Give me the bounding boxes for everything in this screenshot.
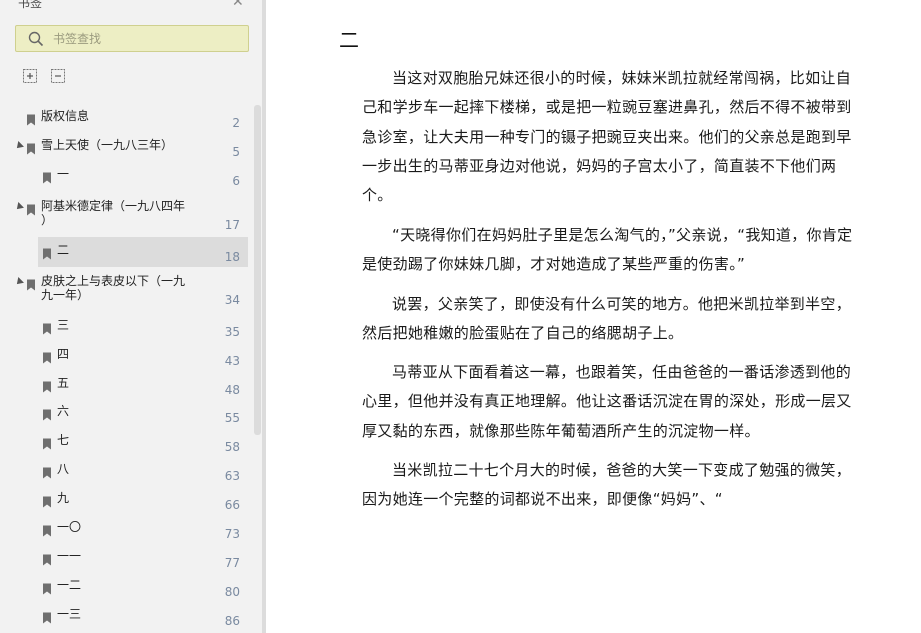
bookmark-icon	[42, 378, 52, 397]
bookmark-icon	[42, 551, 52, 570]
bookmark-icon	[42, 169, 52, 188]
bookmark-label: 六	[57, 404, 70, 418]
bookmark-label: 一三	[57, 607, 82, 621]
bookmark-label: 一	[57, 167, 70, 181]
bookmark-page-number: 80	[224, 585, 240, 599]
bookmark-page-number: 2	[232, 116, 240, 130]
bookmark-icon	[42, 245, 52, 264]
bookmark-page-number: 5	[232, 145, 240, 159]
collapse-all-icon[interactable]	[50, 68, 66, 84]
bookmark-label: 八	[57, 462, 70, 476]
bookmark-label: 九	[57, 491, 70, 505]
close-icon[interactable]: ✕	[232, 0, 244, 10]
bookmark-page-number: 18	[224, 250, 240, 264]
bookmark-icon	[42, 349, 52, 368]
bookmark-icon	[26, 201, 36, 220]
bookmark-label: 阿基米德定律（一九八四年 ）	[41, 199, 186, 227]
bookmark-page-number: 66	[224, 498, 240, 512]
expand-toggle-icon[interactable]	[14, 202, 24, 212]
bookmark-page-number: 43	[224, 354, 240, 368]
bookmark-page-number: 35	[224, 325, 240, 339]
bookmark-page-number: 73	[224, 527, 240, 541]
expand-toggle-icon[interactable]	[14, 141, 24, 151]
bookmark-label: 四	[57, 347, 70, 361]
bookmark-page-number: 6	[232, 174, 240, 188]
expand-toggle-icon[interactable]	[14, 277, 24, 287]
bookmark-label: 一二	[57, 578, 82, 592]
bookmark-page-number: 86	[224, 614, 240, 628]
bookmark-icon	[42, 609, 52, 628]
expand-all-icon[interactable]	[22, 68, 38, 84]
paragraph: 说罢，父亲笑了，即使没有什么可笑的地方。他把米凯拉举到半空，然后把她稚嫩的脸蛋贴…	[362, 295, 852, 343]
bookmark-icon	[26, 140, 36, 159]
bookmark-icon	[26, 111, 36, 130]
bookmark-label: 二	[57, 243, 70, 257]
paragraph: 马蒂亚从下面看着这一幕，也跟着笑，任由爸爸的一番话渗透到他的心里，但他并没有真正…	[362, 363, 852, 440]
paragraph: 当米凯拉二十七个月大的时候，爸爸的大笑一下变成了勉强的微笑，因为她连一个完整的词…	[362, 461, 852, 509]
bookmark-page-number: 58	[224, 440, 240, 454]
bookmark-label: 版权信息	[41, 109, 90, 123]
bookmark-page-number: 77	[224, 556, 240, 570]
bookmark-page-number: 34	[224, 293, 240, 307]
chapter-title: 二	[339, 28, 359, 52]
bookmark-label: 一〇	[57, 520, 82, 534]
bookmark-label: 七	[57, 433, 70, 447]
bookmark-icon	[42, 464, 52, 483]
paragraph: 当这对双胞胎兄妹还很小的时候，妹妹米凯拉就经常闯祸，比如让自己和学步车一起摔下楼…	[362, 69, 852, 205]
bookmark-page-number: 17	[224, 218, 240, 232]
bookmark-icon	[42, 320, 52, 339]
bookmark-icon	[42, 435, 52, 454]
bookmark-search-input[interactable]	[53, 30, 233, 48]
bookmark-label: 一一	[57, 549, 82, 563]
bookmark-label: 五	[57, 376, 70, 390]
paragraph: “天晓得你们在妈妈肚子里是怎么淘气的，”父亲说，“我知道，你肯定是使劲踢了你妹妹…	[362, 226, 853, 274]
bookmark-icon	[42, 580, 52, 599]
panel-title: 书签	[18, 0, 43, 10]
sidebar-scrollbar[interactable]	[254, 105, 261, 435]
bookmark-page-number: 55	[224, 411, 240, 425]
bookmark-label: 雪上天使（一九八三年）	[41, 138, 174, 152]
bookmark-panel: 书签 ✕ 版权信息 2 雪上天使（一九八三年） 5 一 6 阿基米德定律（一九八四年 ） 17…	[0, 0, 262, 633]
bookmark-icon	[26, 276, 36, 295]
bookmark-icon	[42, 493, 52, 512]
search-icon	[28, 31, 44, 47]
bookmark-label: 皮肤之上与表皮以下（一九 九一年）	[41, 274, 186, 302]
bookmark-search-box[interactable]	[15, 25, 249, 52]
bookmark-label: 三	[57, 318, 70, 332]
bookmark-page-number: 48	[224, 383, 240, 397]
bookmark-icon	[42, 406, 52, 425]
bookmark-page-number: 63	[224, 469, 240, 483]
bookmark-icon	[42, 522, 52, 541]
